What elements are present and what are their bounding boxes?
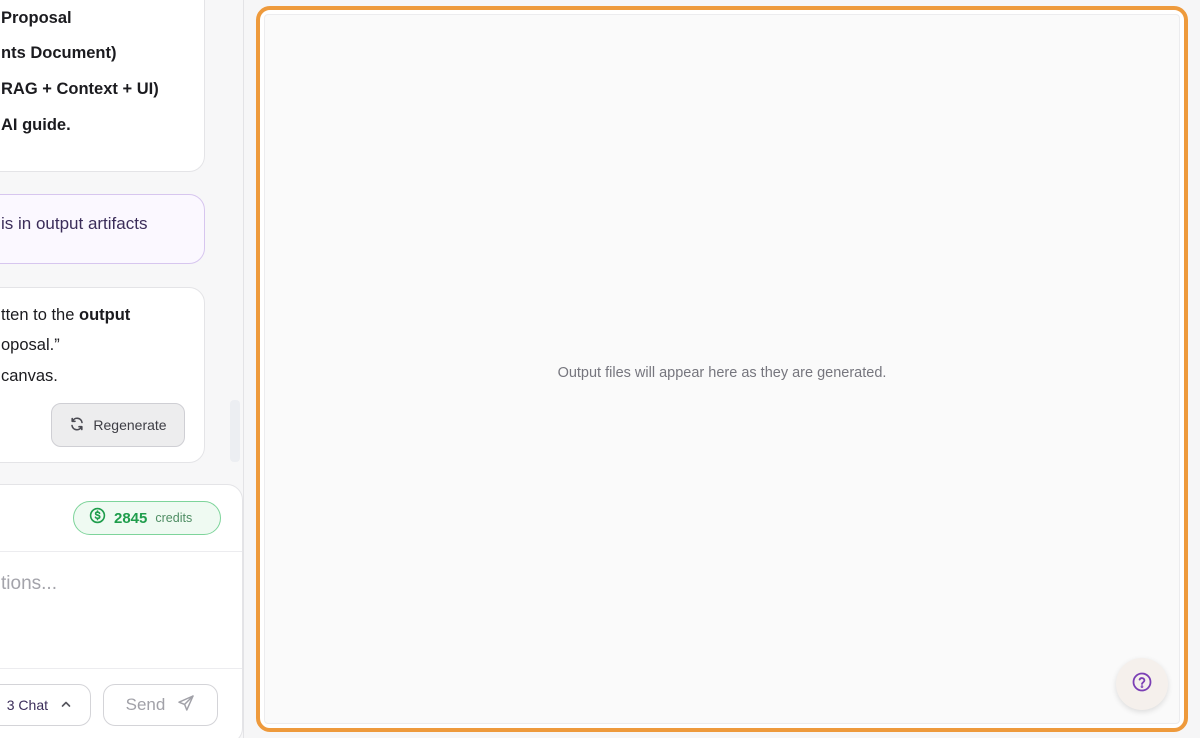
chat-panel: Proposal nts Document) RAG + Context + U… [0, 0, 244, 738]
message-line: oposal.” [1, 336, 60, 354]
chat-mode-label: 3 Chat [6, 697, 48, 713]
chat-mode-selector[interactable]: 3 Chat [0, 684, 91, 726]
credits-value: 2845 [114, 509, 148, 527]
refresh-icon [69, 416, 85, 435]
message-line: nts Document) [1, 44, 117, 62]
send-label: Send [125, 695, 166, 714]
message-line: Proposal [1, 9, 72, 27]
user-message-text: is in output artifacts [1, 214, 148, 233]
assistant-message: Proposal nts Document) RAG + Context + U… [0, 0, 205, 172]
regenerate-label: Regenerate [93, 417, 167, 433]
message-line: AI guide. [1, 116, 71, 134]
user-message: is in output artifacts [0, 194, 205, 264]
message-input[interactable]: tions... [1, 573, 57, 595]
output-canvas: Output files will appear here as they ar… [264, 14, 1180, 724]
empty-state-message: Output files will appear here as they ar… [557, 365, 887, 381]
dollar-circle-icon [89, 507, 106, 529]
output-artifacts-panel: Output files will appear here as they ar… [256, 6, 1188, 732]
question-circle-icon [1131, 671, 1153, 698]
regenerate-button[interactable]: Regenerate [51, 403, 185, 447]
divider [0, 668, 242, 669]
message-line: canvas. [1, 367, 58, 385]
message-text: tten to the [1, 306, 79, 324]
send-icon [177, 694, 195, 717]
send-button[interactable]: Send [103, 684, 218, 726]
assistant-message: tten to the output oposal.” canvas. Rege… [0, 287, 205, 463]
message-line: tten to the output [1, 306, 130, 325]
message-bold-text: output [78, 306, 131, 324]
chevron-up-icon [60, 697, 72, 713]
divider [0, 551, 242, 552]
help-button[interactable] [1116, 658, 1168, 710]
credits-label: credits [155, 511, 193, 525]
credits-badge: 2845 credits [73, 501, 221, 535]
scrollbar-thumb[interactable] [230, 400, 240, 462]
message-line: RAG + Context + UI) [1, 80, 159, 98]
